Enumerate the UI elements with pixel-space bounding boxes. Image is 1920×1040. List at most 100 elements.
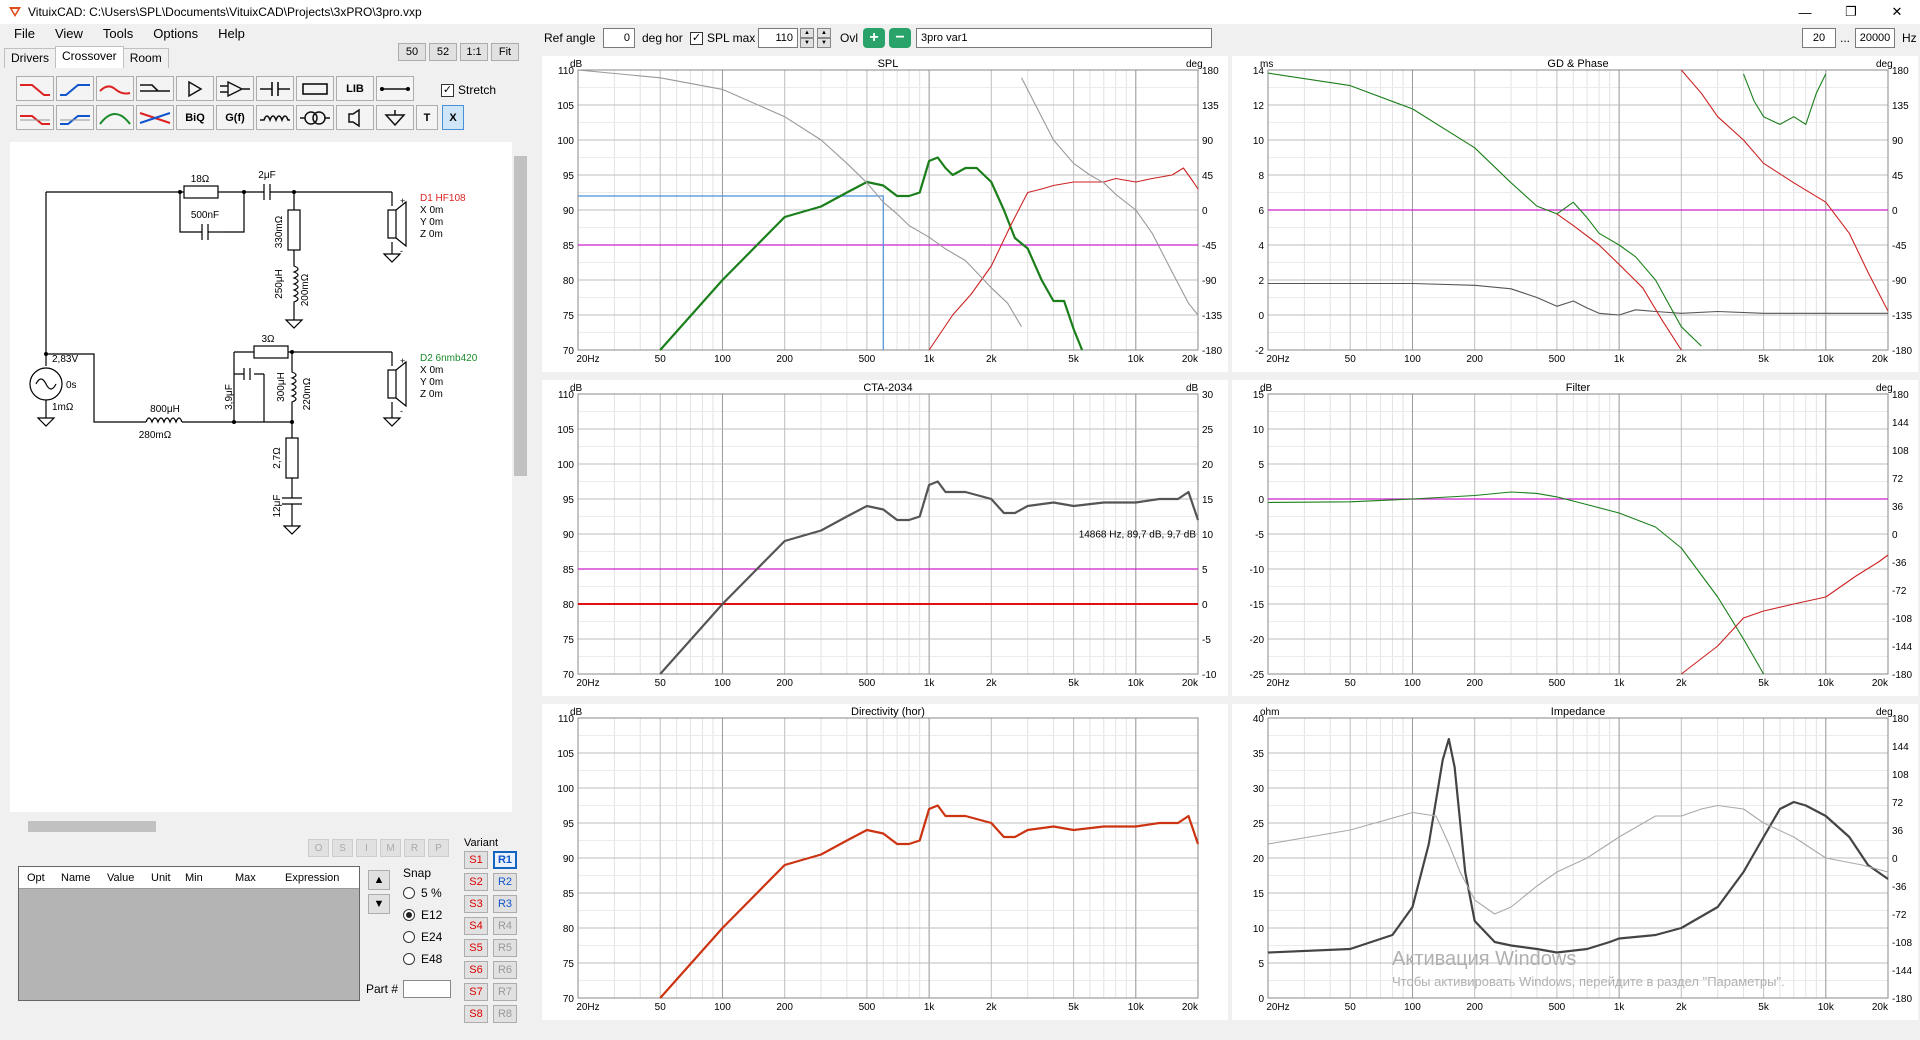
move-up-button[interactable]: ▲ [368,870,390,890]
col-name[interactable]: Name [53,872,99,884]
gd-phase-chart[interactable]: GD & Phase ms deg 14 12 10 8 6 4 2 0 -2 180 135 90 45 0-… [1232,56,1918,372]
spl-max-option[interactable]: ✓ SPL max [690,28,755,48]
variant-s5-button[interactable]: S5 [464,939,488,957]
schematic-vertical-scrollbar[interactable] [512,142,529,812]
bandpass-notch-tool[interactable] [96,76,134,101]
spl-max-spinner[interactable]: ▲ ▼ [800,28,814,48]
tab-room[interactable]: Room [122,48,169,68]
snap-option-e12[interactable]: E12 [403,904,442,926]
tab-crossover[interactable]: Crossover [55,46,124,68]
opt-i-button[interactable]: I [356,839,377,857]
snap-e12-radio[interactable] [403,909,415,921]
opt-s-button[interactable]: S [332,839,353,857]
opt-p-button[interactable]: P [428,839,449,857]
variant-s8-button[interactable]: S8 [464,1005,488,1023]
spl-max-checkbox[interactable]: ✓ [690,31,703,45]
add-overlay-button[interactable]: + [863,28,885,48]
snap-option-e48[interactable]: E48 [403,948,442,970]
variant-r6-button[interactable]: R6 [493,961,517,979]
biquad-tool[interactable]: BiQ [176,105,214,130]
variant-r1-button[interactable]: R1 [493,851,517,869]
snap-e24-radio[interactable] [403,931,415,943]
menu-view[interactable]: View [45,26,93,46]
impedance-chart[interactable]: Impedance ohm deg 40 35 30 25 20 15 10 5 0 180 144 108… [1232,704,1918,1020]
delete-tool[interactable]: X [442,105,464,130]
spl-max-input[interactable]: 110 [758,28,798,48]
col-opt[interactable]: Opt [19,872,53,884]
resistor-tool[interactable] [296,76,334,101]
part-number-input[interactable] [403,980,452,998]
opt-m-button[interactable]: M [380,839,401,857]
col-value[interactable]: Value [99,872,143,884]
opt-o-button[interactable]: O [308,839,329,857]
menu-options[interactable]: Options [143,26,208,46]
filter-chart[interactable]: Filter dB deg 15 10 5 0 -5 -10 -15 -20 -25 180 144 108… [1232,380,1918,696]
shelf-tool[interactable] [136,76,174,101]
schematic-canvas[interactable]: 18Ω 2μF 500nF 330mΩ 250μH 200mΩ D1 HF108… [10,142,512,812]
zoom-1to1-button[interactable]: 1:1 [460,43,488,61]
library-tool[interactable]: LIB [336,76,374,101]
variant-s2-button[interactable]: S2 [464,873,488,891]
variant-r8-button[interactable]: R8 [493,1005,517,1023]
highpass2-tool[interactable] [56,105,94,130]
col-max[interactable]: Max [227,872,277,884]
col-expression[interactable]: Expression [277,872,339,884]
stretch-option[interactable]: ✓ Stretch [441,83,496,97]
col-min[interactable]: Min [177,872,227,884]
zoom-52-button[interactable]: 52 [429,43,457,61]
variant-r5-button[interactable]: R5 [493,939,517,957]
transformer-tool[interactable] [296,105,334,130]
variant-s3-button[interactable]: S3 [464,895,488,913]
gf-tool[interactable]: G(f) [216,105,254,130]
text-tool[interactable]: T [416,105,438,130]
driver-d1-symbol[interactable] [387,200,407,248]
driver-tool[interactable] [336,105,374,130]
variant-s7-button[interactable]: S7 [464,983,488,1001]
lowpass2-tool[interactable] [16,105,54,130]
menu-help[interactable]: Help [208,26,255,46]
variant-r4-button[interactable]: R4 [493,917,517,935]
variant-r2-button[interactable]: R2 [493,873,517,891]
close-button[interactable]: ✕ [1874,0,1920,24]
resistor-r4[interactable] [285,437,299,479]
cta2034-chart[interactable]: CTA-2034 dB dB 110 105 100 95 90 85 80 75 70 30 25 20 1… [542,380,1228,696]
capacitor-tool[interactable] [256,76,294,101]
spl-range-spinner[interactable]: ▲ ▼ [817,28,831,48]
variant-s4-button[interactable]: S4 [464,917,488,935]
crossover-tool[interactable] [136,105,174,130]
fmax-input[interactable]: 20000 [1855,28,1895,48]
fmin-input[interactable]: 20 [1802,28,1836,48]
directivity-chart[interactable]: Directivity (hor) dB 110 105 100 95 90 85 80 75 70… [542,704,1228,1020]
move-down-button[interactable]: ▼ [368,894,390,914]
minimize-button[interactable]: — [1782,0,1828,24]
spin-up2-icon[interactable]: ▲ [817,28,831,38]
resistor-r3[interactable] [253,345,289,359]
maximize-button[interactable]: ❐ [1828,0,1874,24]
zoom-50-button[interactable]: 50 [398,43,426,61]
remove-overlay-button[interactable]: − [889,28,911,48]
opamp-tool[interactable] [216,76,254,101]
zoom-fit-button[interactable]: Fit [491,43,519,61]
buffer-tool[interactable] [176,76,214,101]
resistor-r1[interactable] [183,185,219,199]
schematic-horizontal-scrollbar[interactable] [10,818,510,835]
variant-r7-button[interactable]: R7 [493,983,517,1001]
highpass-tool[interactable] [56,76,94,101]
snap-option-5pct[interactable]: 5 % [403,882,442,904]
spl-chart[interactable]: SPL dB deg 110 105 100 95 90 85 80 75 70 180 135 90 45 0… [542,56,1228,372]
variant-s1-button[interactable]: S1 [464,851,488,869]
opt-r-button[interactable]: R [404,839,425,857]
ground-tool[interactable] [376,105,414,130]
spin-down-icon[interactable]: ▼ [800,38,814,48]
wire-tool[interactable] [376,76,414,101]
resistor-r2[interactable] [287,209,301,251]
panel-splitter[interactable] [532,24,538,1040]
bandpass-tool[interactable] [96,105,134,130]
variant-r3-button[interactable]: R3 [493,895,517,913]
inductor-tool[interactable] [256,105,294,130]
ref-angle-input[interactable]: 0 [603,28,635,48]
parameter-table[interactable]: Opt Name Value Unit Min Max Expression [18,866,360,1001]
spin-down2-icon[interactable]: ▼ [817,38,831,48]
spin-up-icon[interactable]: ▲ [800,28,814,38]
overlay-name-input[interactable]: 3pro var1 [916,28,1212,48]
